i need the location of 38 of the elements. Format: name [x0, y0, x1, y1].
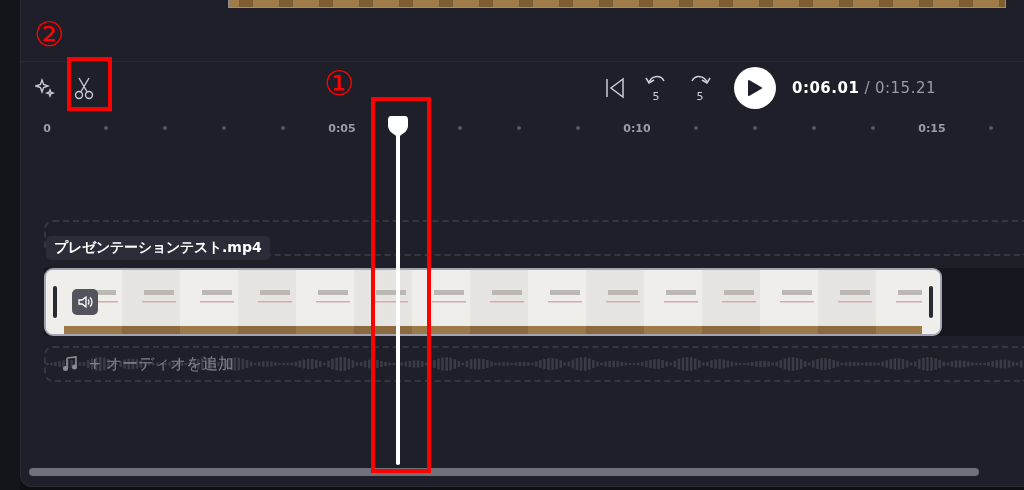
scissors-icon[interactable] — [73, 76, 95, 100]
ruler-tick — [576, 126, 580, 130]
ruler-tick — [281, 126, 285, 130]
annotation-number: ① — [324, 66, 355, 100]
play-icon — [747, 79, 763, 97]
ruler-label: 0 — [43, 121, 51, 135]
ruler-label: 0:10 — [623, 121, 651, 135]
ruler-tick — [694, 126, 698, 130]
speaker-icon[interactable] — [72, 289, 98, 315]
rewind-button[interactable]: 5 — [642, 73, 670, 103]
ruler-label: 0:15 — [918, 121, 946, 135]
ruler-label: 0:05 — [328, 121, 356, 135]
scrollbar[interactable] — [29, 468, 979, 476]
ruler-tick — [812, 126, 816, 130]
forward-button[interactable]: 5 — [686, 73, 714, 103]
clip-name-tooltip: プレゼンテーションテスト.mp4 — [46, 236, 270, 260]
play-button[interactable] — [734, 67, 776, 109]
ruler-tick — [989, 126, 993, 130]
ruler-tick — [222, 126, 226, 130]
ruler-tick — [458, 126, 462, 130]
skip-start-icon[interactable] — [604, 77, 626, 99]
time-separator: / — [864, 79, 870, 97]
current-time: 0:06.01 — [792, 79, 860, 97]
ruler-tick — [104, 126, 108, 130]
annotation-box — [67, 57, 112, 111]
playhead[interactable] — [387, 114, 410, 466]
sparkle-icon[interactable] — [35, 78, 55, 98]
total-time: 0:15.21 — [874, 79, 936, 97]
ruler-tick — [871, 126, 875, 130]
add-audio-label: + オーディオを追加 — [88, 353, 235, 375]
forward-arrow-icon — [689, 73, 711, 85]
rewind-arrow-icon — [645, 73, 667, 85]
audio-track[interactable]: + オーディオを追加 — [44, 346, 1024, 382]
ruler-tick — [163, 126, 167, 130]
music-note-icon — [62, 356, 78, 372]
annotation-number: ② — [34, 17, 65, 51]
ruler-tick — [753, 126, 757, 130]
ruler-tick — [517, 126, 521, 130]
